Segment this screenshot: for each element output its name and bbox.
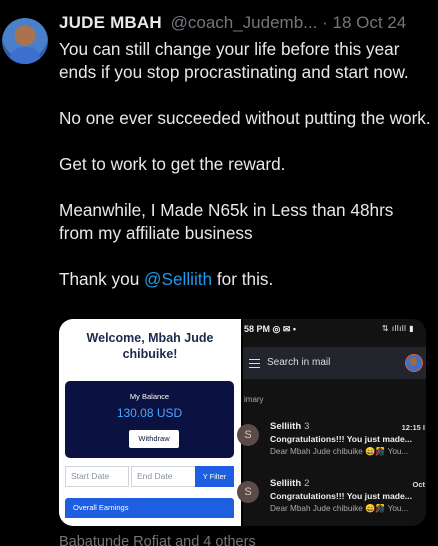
- filter-button[interactable]: Y Filter: [195, 466, 234, 487]
- welcome-heading: Welcome, Mbah Jude chibuike!: [86, 331, 214, 361]
- gmail-screenshot[interactable]: 58 PM ◎ ✉ • ⇅ ıllıll ▮ Search in mail im…: [237, 319, 426, 526]
- email-snippet: Dear Mbah Jude chibuike 😄🎊 You...: [270, 447, 409, 456]
- header-separator: ·: [322, 13, 328, 32]
- balance-label: My Balance: [129, 392, 170, 401]
- gmail-search-bar[interactable]: Search in mail: [243, 347, 426, 379]
- email-sender: Selliith 2: [270, 478, 310, 489]
- inbox-section-label: imary: [244, 395, 264, 404]
- date-filter-row: Start Date End Date Y Filter: [65, 466, 234, 487]
- thanks-tail: for this.: [212, 269, 274, 289]
- avatar-figure: [10, 47, 40, 64]
- email-subject: Congratulations!!! You just made...: [270, 491, 412, 501]
- email-snippet: Dear Mbah Jude chibuike 😄🎊 You...: [270, 504, 409, 513]
- thread-count: 2: [304, 478, 310, 489]
- tweet-header: JUDE MBAH @coach_Judemb... · 18 Oct 24: [59, 13, 431, 37]
- thanks-text: Thank you: [59, 269, 145, 289]
- dashboard-screenshot[interactable]: Welcome, Mbah Jude chibuike! My Balance …: [59, 319, 241, 526]
- status-time: 58 PM ◎ ✉ •: [244, 324, 297, 334]
- tweet-paragraph-1: You can still change your life before th…: [59, 39, 409, 82]
- menu-icon[interactable]: [249, 359, 260, 368]
- phone-status-bar: 58 PM ◎ ✉ • ⇅ ıllıll ▮: [243, 323, 426, 337]
- email-item[interactable]: S Selliith 3 12:15 I Congratulations!!! Y…: [237, 417, 426, 465]
- overall-earnings-bar[interactable]: Overall Earnings: [65, 498, 234, 518]
- email-subject: Congratulations!!! You just made...: [270, 434, 412, 444]
- start-date-field[interactable]: Start Date: [65, 466, 129, 487]
- tweet-paragraph-3: Get to work to get the reward.: [59, 154, 286, 174]
- tweet-text: You can still change your life before th…: [59, 38, 431, 291]
- signal-icon: ⇅ ıllıll ▮: [381, 324, 414, 333]
- status-icons: ◎ ✉ •: [272, 324, 297, 334]
- account-avatar[interactable]: [405, 354, 423, 372]
- tweet-paragraph-2: No one ever succeeded without putting th…: [59, 108, 431, 128]
- email-item[interactable]: S Selliith 2 Oct Congratulations!!! You j…: [237, 474, 426, 522]
- tweet-paragraph-5: Thank you @Selliith for this.: [59, 268, 431, 291]
- thread-count: 3: [304, 421, 310, 432]
- sender-avatar: S: [237, 424, 259, 446]
- search-input[interactable]: Search in mail: [267, 357, 330, 368]
- end-date-field[interactable]: End Date: [131, 466, 197, 487]
- tweet-date[interactable]: 18 Oct 24: [332, 13, 406, 32]
- email-sender: Selliith 3: [270, 421, 310, 432]
- tweet-media[interactable]: Welcome, Mbah Jude chibuike! My Balance …: [59, 319, 426, 526]
- tweet-paragraph-4: Meanwhile, I Made N65k in Less than 48hr…: [59, 200, 394, 243]
- liked-by-text[interactable]: Babatunde Rofiat and 4 others: [59, 534, 256, 546]
- author-name[interactable]: JUDE MBAH: [59, 13, 162, 32]
- author-avatar[interactable]: [2, 18, 48, 64]
- mention-link[interactable]: @Selliith: [144, 269, 212, 289]
- sender-avatar: S: [237, 481, 259, 503]
- balance-card: My Balance 130.08 USD Withdraw: [65, 381, 234, 458]
- balance-value: 130.08 USD: [116, 406, 183, 420]
- withdraw-button[interactable]: Withdraw: [129, 430, 179, 448]
- email-time: Oct: [412, 480, 425, 489]
- author-handle[interactable]: @coach_Judemb...: [171, 13, 318, 32]
- email-time: 12:15 I: [401, 423, 425, 432]
